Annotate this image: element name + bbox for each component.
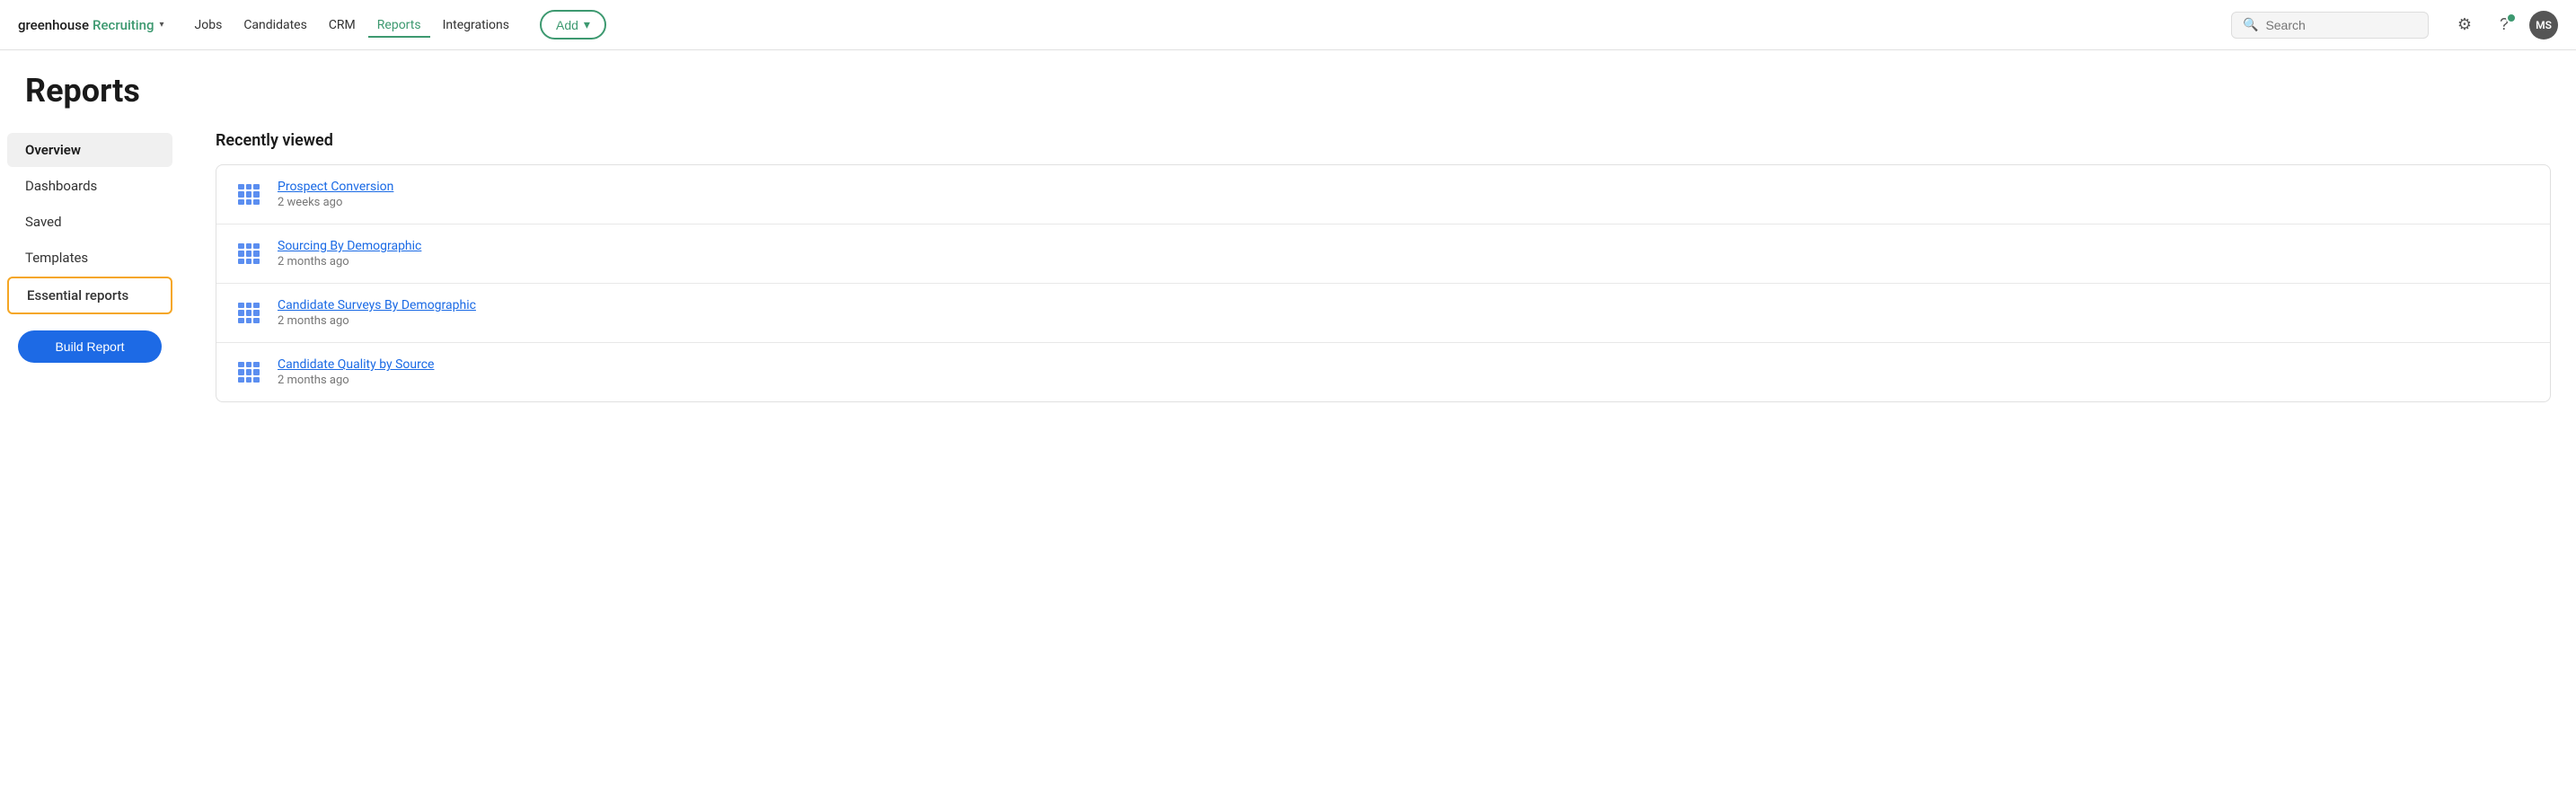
report-time-3: 2 months ago (278, 374, 2532, 387)
topnav-icons: ⚙ ? MS (2450, 11, 2558, 40)
nav-integrations[interactable]: Integrations (434, 13, 518, 38)
page-header: Reports (0, 50, 2576, 120)
search-input[interactable] (2265, 18, 2417, 32)
nav-reports[interactable]: Reports (368, 13, 430, 38)
report-grid-icon-1 (234, 240, 263, 268)
build-report-button[interactable]: Build Report (18, 330, 162, 363)
report-info-3: Candidate Quality by Source 2 months ago (278, 357, 2532, 387)
add-button[interactable]: Add ▾ (540, 10, 606, 40)
brand-name-green: Recruiting (93, 17, 154, 33)
report-grid-icon-0 (234, 180, 263, 209)
brand-chevron-icon: ▾ (159, 20, 163, 30)
report-grid-icon-3 (234, 358, 263, 387)
report-info-0: Prospect Conversion 2 weeks ago (278, 180, 2532, 209)
report-info-2: Candidate Surveys By Demographic 2 month… (278, 298, 2532, 328)
sidebar-item-saved[interactable]: Saved (7, 205, 172, 239)
report-time-1: 2 months ago (278, 255, 2532, 268)
recently-viewed-list: Prospect Conversion 2 weeks ago Sourcing… (216, 164, 2551, 402)
nav-candidates[interactable]: Candidates (234, 13, 316, 38)
report-time-2: 2 months ago (278, 314, 2532, 328)
sidebar-item-overview[interactable]: Overview (7, 133, 172, 167)
help-icon[interactable]: ? (2490, 11, 2519, 40)
chevron-down-icon: ▾ (584, 17, 590, 32)
report-name-0[interactable]: Prospect Conversion (278, 180, 2532, 194)
sidebar-item-dashboards[interactable]: Dashboards (7, 169, 172, 203)
search-bar[interactable]: 🔍 (2231, 12, 2429, 39)
nav-crm[interactable]: CRM (320, 13, 365, 38)
brand-name-black: greenhouse (18, 17, 89, 33)
report-name-3[interactable]: Candidate Quality by Source (278, 357, 2532, 372)
sidebar: Overview Dashboards Saved Templates Esse… (0, 120, 180, 413)
table-row: Candidate Surveys By Demographic 2 month… (216, 284, 2550, 343)
page-title: Reports (25, 72, 2551, 110)
report-name-2[interactable]: Candidate Surveys By Demographic (278, 298, 2532, 312)
report-name-1[interactable]: Sourcing By Demographic (278, 239, 2532, 253)
table-row: Candidate Quality by Source 2 months ago (216, 343, 2550, 401)
search-icon: 🔍 (2243, 18, 2258, 32)
main-content: Recently viewed Prospect Conversion 2 we… (190, 120, 2576, 413)
recently-viewed-title: Recently viewed (216, 131, 2551, 150)
brand-logo[interactable]: greenhouse Recruiting ▾ (18, 17, 164, 33)
sidebar-item-templates[interactable]: Templates (7, 241, 172, 275)
avatar[interactable]: MS (2529, 11, 2558, 40)
settings-icon[interactable]: ⚙ (2450, 11, 2479, 40)
page-body: Overview Dashboards Saved Templates Esse… (0, 120, 2576, 413)
report-time-0: 2 weeks ago (278, 196, 2532, 209)
report-info-1: Sourcing By Demographic 2 months ago (278, 239, 2532, 268)
sidebar-item-essential-reports[interactable]: Essential reports (7, 277, 172, 314)
table-row: Prospect Conversion 2 weeks ago (216, 165, 2550, 224)
report-grid-icon-2 (234, 299, 263, 328)
nav-jobs[interactable]: Jobs (186, 13, 232, 38)
top-navigation: greenhouse Recruiting ▾ Jobs Candidates … (0, 0, 2576, 50)
nav-links: Jobs Candidates CRM Reports Integrations (186, 13, 518, 38)
table-row: Sourcing By Demographic 2 months ago (216, 224, 2550, 284)
